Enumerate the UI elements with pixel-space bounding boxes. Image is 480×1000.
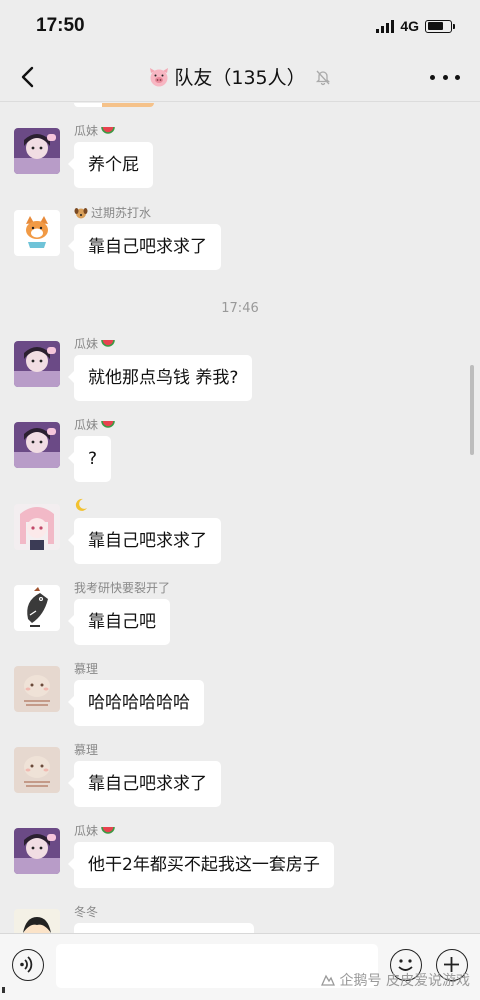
crescent-moon-icon — [75, 498, 87, 511]
voice-icon[interactable] — [12, 949, 44, 981]
chat-title[interactable]: 队友（135人） — [148, 63, 331, 90]
avatar[interactable] — [14, 128, 60, 174]
pig-emoji-icon — [150, 67, 169, 86]
avatar[interactable] — [14, 666, 60, 712]
avatar[interactable] — [14, 341, 60, 387]
edge-mark — [2, 987, 5, 993]
watermelon-icon — [101, 826, 115, 834]
status-indicators: 4G — [376, 18, 455, 34]
status-time: 17:50 — [36, 15, 85, 36]
watermark: 企鹅号 皮皮爱说游戏 — [320, 970, 470, 990]
back-arrow-icon[interactable] — [16, 64, 42, 90]
cellular-signal-icon — [376, 19, 395, 33]
avatar[interactable] — [14, 585, 60, 631]
message-bubble[interactable] — [74, 923, 254, 933]
message-bubble[interactable]: 哈哈哈哈哈哈 — [68, 680, 204, 726]
chat-header: 队友（135人） — [0, 52, 480, 102]
message-bubble[interactable]: 养个屁 — [68, 142, 153, 188]
avatar[interactable] — [14, 504, 60, 550]
penguin-logo-icon — [320, 974, 335, 986]
sender-name: 慕理 — [74, 662, 99, 676]
bell-muted-icon — [315, 70, 330, 85]
sender-name: 慕理 — [74, 743, 99, 757]
status-bar: 17:50 4G — [0, 0, 480, 52]
timestamp: 17:46 — [221, 301, 259, 316]
sender-name: 瓜妹 — [74, 335, 115, 352]
message-bubble[interactable]: 靠自己吧求求了 — [68, 224, 221, 270]
sender-name: 我考研快要裂开了 — [74, 581, 171, 595]
sender-name — [74, 498, 91, 512]
avatar[interactable] — [14, 210, 60, 256]
avatar[interactable] — [14, 422, 60, 468]
message-list[interactable]: 瓜妹 养个屁 过期苏打水 靠自己吧求求了 17:46 瓜妹 就他那点鸟钱 养我?… — [0, 103, 480, 933]
sender-name: 冬冬 — [74, 905, 99, 919]
avatar[interactable] — [14, 828, 60, 874]
sender-name: 瓜妹 — [74, 822, 115, 839]
sender-name: 过期苏打水 — [74, 204, 151, 221]
watermelon-icon — [101, 420, 115, 428]
avatar[interactable] — [14, 909, 60, 933]
scrollbar[interactable] — [470, 365, 474, 455]
message-bubble[interactable]: 他干2年都买不起我这一套房子 — [68, 842, 334, 888]
watermelon-icon — [101, 126, 115, 134]
avatar[interactable] — [14, 747, 60, 793]
message-bubble[interactable]: 靠自己吧求求了 — [68, 761, 221, 807]
message-bubble[interactable]: ? — [67, 436, 112, 482]
network-type: 4G — [400, 18, 419, 34]
sender-name: 瓜妹 — [74, 416, 115, 433]
battery-icon — [425, 19, 455, 33]
dog-icon — [74, 207, 88, 218]
clipped-message-bubble — [74, 103, 154, 107]
sender-name: 瓜妹 — [74, 122, 115, 139]
message-bubble[interactable]: 就他那点鸟钱 养我? — [67, 355, 253, 401]
watermelon-icon — [101, 339, 115, 347]
message-bubble[interactable]: 靠自己吧 — [68, 599, 170, 645]
message-bubble[interactable]: 靠自己吧求求了 — [68, 518, 221, 564]
more-options-icon[interactable] — [430, 66, 460, 88]
group-name: 队友（135人） — [174, 67, 306, 89]
